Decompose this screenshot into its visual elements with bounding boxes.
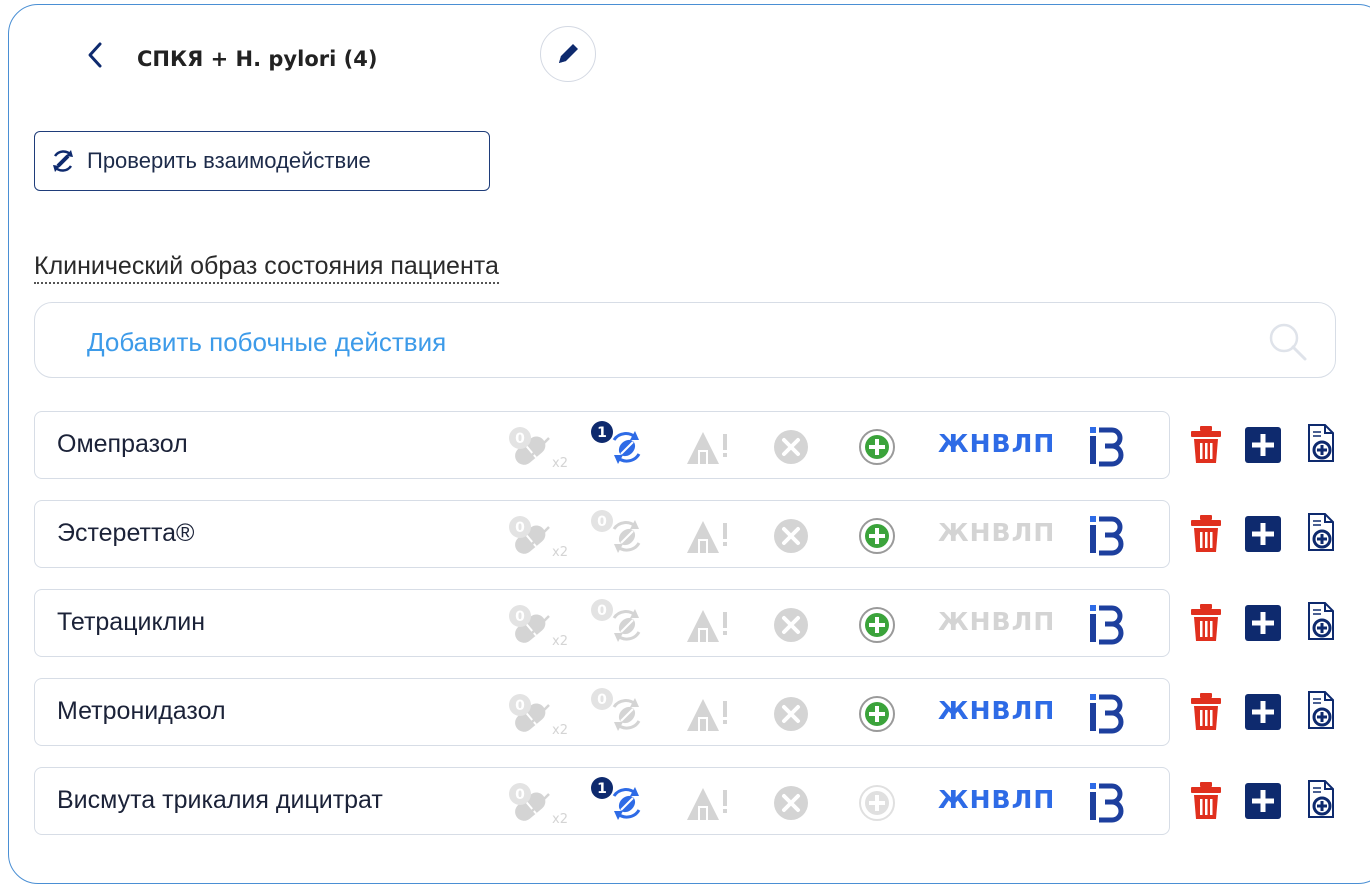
- add-plus-square-icon[interactable]: [1244, 604, 1282, 642]
- drug-name[interactable]: Омепразол: [57, 430, 188, 459]
- dose-doubling-icon[interactable]: 0 x2: [505, 693, 567, 737]
- add-document-icon[interactable]: [1303, 690, 1339, 732]
- interaction-count: 0: [597, 692, 607, 708]
- delete-trash-icon[interactable]: [1188, 514, 1224, 554]
- dose-doubling-icon[interactable]: 0 x2: [505, 604, 567, 648]
- contraindication-x-icon[interactable]: [772, 695, 810, 733]
- warning-triangle-icon[interactable]: [685, 606, 733, 646]
- drug-row: Эстеретта® 0 x2 0 ЖНВЛП: [34, 500, 1170, 568]
- warning-triangle-icon[interactable]: [685, 517, 733, 557]
- dose-doubling-icon[interactable]: 0 x2: [505, 515, 567, 559]
- info-reference-icon[interactable]: [1085, 424, 1125, 468]
- contraindication-x-icon[interactable]: [772, 784, 810, 822]
- drug-row: Омепразол 0 x2 1 ЖНВЛП: [34, 411, 1170, 479]
- dose-doubling-icon[interactable]: 0 x2: [505, 426, 567, 470]
- dose-count: 0: [515, 520, 525, 536]
- contraindication-x-icon[interactable]: [772, 606, 810, 644]
- drug-interaction-icon[interactable]: 1: [588, 776, 648, 828]
- delete-trash-icon[interactable]: [1188, 425, 1224, 465]
- interaction-count: 1: [597, 425, 607, 441]
- add-green-plus-icon[interactable]: [857, 694, 897, 734]
- side-effects-search: [34, 302, 1336, 378]
- interaction-cycle-icon: [53, 150, 73, 172]
- section-title-clinical-image[interactable]: Клинический образ состояния пациента: [34, 250, 499, 284]
- interaction-count: 0: [597, 603, 607, 619]
- dose-multiplier: x2: [552, 545, 567, 559]
- back-chevron-icon[interactable]: [84, 40, 106, 70]
- zhnvlp-badge[interactable]: ЖНВЛП: [938, 518, 1055, 547]
- dose-multiplier: x2: [552, 812, 567, 826]
- add-document-icon[interactable]: [1303, 423, 1339, 465]
- interaction-count: 0: [597, 514, 607, 530]
- delete-trash-icon[interactable]: [1188, 603, 1224, 643]
- delete-trash-icon[interactable]: [1188, 692, 1224, 732]
- warning-triangle-icon[interactable]: [685, 695, 733, 735]
- drug-interaction-icon[interactable]: 0: [588, 509, 648, 561]
- delete-trash-icon[interactable]: [1188, 781, 1224, 821]
- contraindication-x-icon[interactable]: [772, 428, 810, 466]
- drug-row: Тетрациклин 0 x2 0 ЖНВЛП: [34, 589, 1170, 657]
- add-document-icon[interactable]: [1303, 779, 1339, 821]
- interaction-count: 1: [597, 781, 607, 797]
- add-green-plus-icon[interactable]: [857, 427, 897, 467]
- side-effects-search-input[interactable]: [85, 321, 1239, 363]
- warning-triangle-icon[interactable]: [685, 784, 733, 824]
- add-green-plus-icon[interactable]: [857, 605, 897, 645]
- dose-count: 0: [515, 609, 525, 625]
- drug-name[interactable]: Тетрациклин: [57, 608, 205, 637]
- dose-doubling-icon[interactable]: 0 x2: [505, 782, 567, 826]
- drug-name[interactable]: Метронидазол: [57, 697, 226, 726]
- pencil-icon: [559, 44, 578, 63]
- zhnvlp-badge[interactable]: ЖНВЛП: [938, 429, 1055, 458]
- dose-count: 0: [515, 698, 525, 714]
- dose-count: 0: [515, 787, 525, 803]
- edit-button[interactable]: [540, 26, 596, 82]
- search-icon[interactable]: [1267, 321, 1309, 363]
- contraindication-x-icon[interactable]: [772, 517, 810, 555]
- add-green-plus-icon[interactable]: [857, 783, 897, 823]
- page-title: СПКЯ + H. pylori (4): [137, 47, 378, 71]
- info-reference-icon[interactable]: [1085, 780, 1125, 824]
- check-interaction-label: Проверить взаимодействие: [87, 148, 371, 173]
- drug-row: Метронидазол 0 x2 0 ЖНВЛП: [34, 678, 1170, 746]
- add-plus-square-icon[interactable]: [1244, 782, 1282, 820]
- dose-multiplier: x2: [552, 634, 567, 648]
- dose-multiplier: x2: [552, 456, 567, 470]
- info-reference-icon[interactable]: [1085, 513, 1125, 557]
- add-green-plus-icon[interactable]: [857, 516, 897, 556]
- add-document-icon[interactable]: [1303, 601, 1339, 643]
- dose-multiplier: x2: [552, 723, 567, 737]
- info-reference-icon[interactable]: [1085, 602, 1125, 646]
- dose-count: 0: [515, 431, 525, 447]
- add-plus-square-icon[interactable]: [1244, 515, 1282, 553]
- drug-row: Висмута трикалия дицитрат 0 x2 1 ЖНВЛП: [34, 767, 1170, 835]
- add-plus-square-icon[interactable]: [1244, 426, 1282, 464]
- info-reference-icon[interactable]: [1085, 691, 1125, 735]
- drug-interaction-icon[interactable]: 1: [588, 420, 648, 472]
- warning-triangle-icon[interactable]: [685, 428, 733, 468]
- drug-interaction-icon[interactable]: 0: [588, 598, 648, 650]
- drug-interaction-icon[interactable]: 0: [588, 687, 648, 739]
- add-plus-square-icon[interactable]: [1244, 693, 1282, 731]
- drug-name[interactable]: Висмута трикалия дицитрат: [57, 786, 383, 815]
- check-interaction-button[interactable]: Проверить взаимодействие: [34, 131, 490, 191]
- add-document-icon[interactable]: [1303, 512, 1339, 554]
- zhnvlp-badge[interactable]: ЖНВЛП: [938, 696, 1055, 725]
- zhnvlp-badge[interactable]: ЖНВЛП: [938, 785, 1055, 814]
- drug-name[interactable]: Эстеретта®: [57, 519, 194, 548]
- zhnvlp-badge[interactable]: ЖНВЛП: [938, 607, 1055, 636]
